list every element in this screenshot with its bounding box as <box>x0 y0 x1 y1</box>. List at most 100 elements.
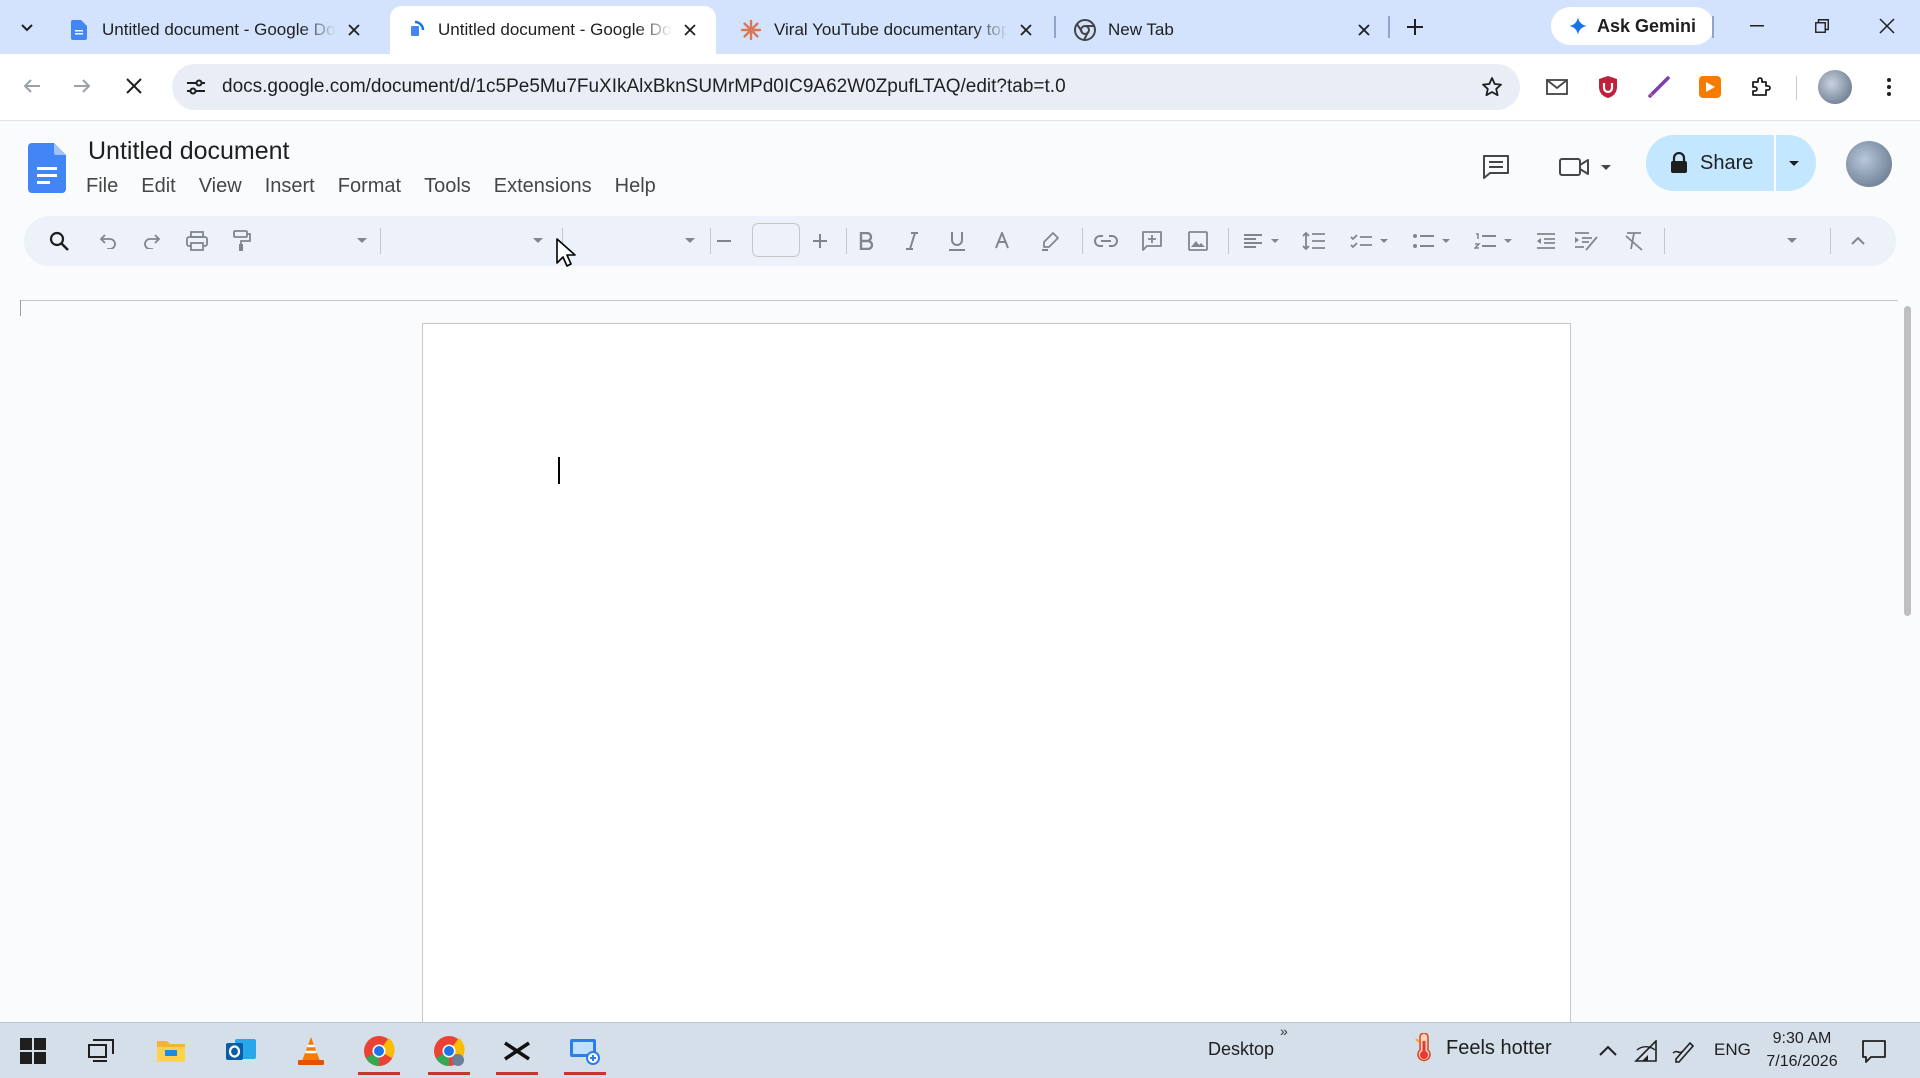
add-comment-icon[interactable] <box>1136 225 1168 257</box>
comments-icon[interactable] <box>1476 147 1516 187</box>
decrease-font-size-icon[interactable] <box>708 225 740 257</box>
decrease-indent-icon[interactable] <box>1530 225 1562 257</box>
lock-icon <box>1670 152 1688 174</box>
share-dropdown-icon[interactable] <box>1782 151 1806 175</box>
close-icon[interactable] <box>342 18 366 42</box>
close-icon[interactable] <box>1352 18 1376 42</box>
docs-logo-icon[interactable] <box>28 143 66 193</box>
menu-format[interactable]: Format <box>338 173 401 200</box>
chrome-menu-kebab-icon[interactable] <box>1872 70 1906 104</box>
align-left-icon[interactable] <box>1236 225 1288 257</box>
input-language-indicator[interactable]: ENG <box>1714 1040 1751 1060</box>
paint-format-icon[interactable] <box>226 225 258 257</box>
profile-avatar[interactable] <box>1818 70 1852 104</box>
zoom-dropdown[interactable] <box>268 225 368 257</box>
account-avatar[interactable] <box>1846 141 1892 187</box>
italic-icon[interactable] <box>896 225 928 257</box>
minimize-icon[interactable] <box>1730 6 1784 46</box>
remote-desktop-icon[interactable] <box>556 1027 614 1075</box>
font-size-input[interactable] <box>752 223 800 257</box>
windows-taskbar: Desktop » Feels hotter ENG 9:30 AM 7/16/… <box>0 1022 1920 1078</box>
pen-ink-icon[interactable] <box>1670 1037 1698 1065</box>
menu-extensions[interactable]: Extensions <box>494 173 592 200</box>
bookmark-star-icon[interactable] <box>1478 73 1506 101</box>
text-color-icon[interactable] <box>986 225 1018 257</box>
editing-mode-dropdown[interactable] <box>1674 225 1798 257</box>
back-arrow-icon[interactable] <box>12 66 52 106</box>
vertical-scrollbar[interactable] <box>1904 306 1911 616</box>
styles-dropdown[interactable] <box>394 225 544 257</box>
bold-icon[interactable] <box>850 225 882 257</box>
capcut-icon[interactable] <box>488 1027 546 1075</box>
print-icon[interactable] <box>181 225 213 257</box>
forward-arrow-icon[interactable] <box>62 66 102 106</box>
desktop-toolbar-label[interactable]: Desktop <box>1208 1039 1274 1060</box>
menu-view[interactable]: View <box>199 173 242 200</box>
network-wifi-icon[interactable] <box>1632 1037 1660 1065</box>
font-dropdown[interactable] <box>572 225 696 257</box>
document-canvas[interactable] <box>0 266 1920 1043</box>
ask-gemini-label: Ask Gemini <box>1597 15 1697 36</box>
close-icon[interactable] <box>678 18 702 42</box>
tab-search-chevron-icon[interactable] <box>10 10 44 44</box>
insert-image-icon[interactable] <box>1182 225 1214 257</box>
ublock-shield-icon[interactable] <box>1591 70 1625 104</box>
clear-formatting-icon[interactable] <box>1618 225 1650 257</box>
stop-loading-x-icon[interactable] <box>114 66 154 106</box>
menu-insert[interactable]: Insert <box>265 173 315 200</box>
site-info-tune-icon[interactable] <box>182 73 210 101</box>
increase-font-size-icon[interactable] <box>804 225 836 257</box>
menu-edit[interactable]: Edit <box>141 173 175 200</box>
undo-icon[interactable] <box>92 225 124 257</box>
file-explorer-icon[interactable] <box>142 1027 200 1075</box>
search-menus-icon[interactable] <box>43 225 75 257</box>
close-icon[interactable] <box>1014 18 1038 42</box>
increase-indent-icon[interactable] <box>1570 225 1602 257</box>
menu-help[interactable]: Help <box>615 173 656 200</box>
windows-start-icon[interactable] <box>4 1027 62 1075</box>
formatting-toolbar <box>24 216 1896 266</box>
outlook-icon[interactable] <box>212 1027 270 1075</box>
browser-tab-active[interactable]: Untitled document - Google Docs <box>390 6 716 54</box>
redo-icon[interactable] <box>136 225 168 257</box>
collapse-menus-chevron-up-icon[interactable] <box>1842 225 1874 257</box>
underline-icon[interactable] <box>941 225 973 257</box>
vlc-cone-icon[interactable] <box>282 1027 340 1075</box>
new-tab-plus-icon[interactable] <box>1398 10 1432 44</box>
desktop-toolbar-chevron[interactable]: » <box>1280 1023 1288 1039</box>
restore-icon[interactable] <box>1795 6 1849 46</box>
task-view-icon[interactable] <box>72 1027 130 1075</box>
share-button[interactable]: Share <box>1646 135 1816 191</box>
notification-center-icon[interactable] <box>1858 1035 1890 1067</box>
numbered-list-icon[interactable] <box>1468 225 1520 257</box>
browser-tab[interactable]: Viral YouTube documentary topics <box>726 6 1052 54</box>
bulleted-list-icon[interactable] <box>1406 225 1458 257</box>
checklist-icon[interactable] <box>1344 225 1396 257</box>
insert-link-icon[interactable] <box>1090 225 1122 257</box>
highlight-color-icon[interactable] <box>1034 225 1066 257</box>
browser-tab[interactable]: Untitled document - Google Docs <box>54 6 380 54</box>
extensions-puzzle-icon[interactable] <box>1744 70 1778 104</box>
running-indicator <box>358 1072 400 1075</box>
document-title[interactable]: Untitled document <box>86 137 292 166</box>
show-hidden-icons-chevron[interactable] <box>1594 1037 1622 1065</box>
pen-extension-icon[interactable] <box>1642 70 1676 104</box>
address-bar[interactable]: docs.google.com/document/d/1c5Pe5Mu7FuXI… <box>172 64 1520 110</box>
weather-widget[interactable]: Feels hotter <box>1414 1033 1552 1063</box>
document-page[interactable] <box>422 323 1571 1043</box>
browser-tab[interactable]: New Tab <box>1060 6 1390 54</box>
share-label: Share <box>1700 151 1754 174</box>
url-text: docs.google.com/document/d/1c5Pe5Mu7FuXI… <box>222 76 1066 97</box>
mail-extension-icon[interactable] <box>1540 70 1574 104</box>
meet-video-icon[interactable] <box>1552 147 1622 187</box>
line-spacing-icon[interactable] <box>1298 225 1330 257</box>
system-clock[interactable]: 9:30 AM 7/16/2026 <box>1762 1027 1842 1073</box>
menu-tools[interactable]: Tools <box>424 173 471 200</box>
close-window-icon[interactable] <box>1860 6 1914 46</box>
chrome-taskbar-icon[interactable] <box>350 1027 408 1075</box>
running-indicator <box>564 1072 606 1075</box>
chrome-profile-taskbar-icon[interactable] <box>420 1027 478 1075</box>
ask-gemini-button[interactable]: Ask Gemini <box>1551 7 1715 45</box>
menu-file[interactable]: File <box>86 173 118 200</box>
orange-extension-icon[interactable] <box>1693 70 1727 104</box>
